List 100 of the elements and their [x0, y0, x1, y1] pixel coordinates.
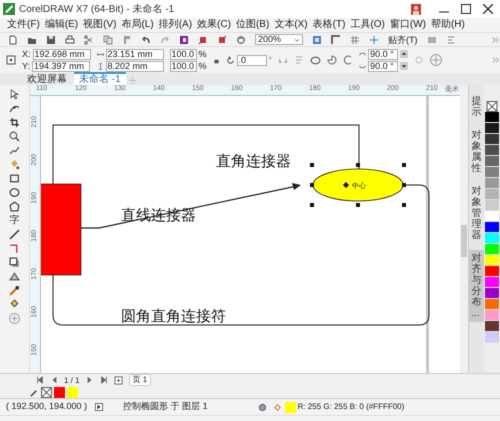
- expand-icon[interactable]: [95, 403, 104, 411]
- spinner-icon[interactable]: [400, 50, 408, 58]
- square-icon[interactable]: [179, 34, 189, 44]
- align-icon[interactable]: [446, 34, 456, 44]
- polygon-icon[interactable]: [9, 201, 20, 212]
- fullscreen-icon[interactable]: [312, 34, 322, 44]
- selection-handle[interactable]: [310, 183, 314, 187]
- selection-handle[interactable]: [402, 203, 406, 207]
- save-icon[interactable]: [46, 34, 56, 44]
- scissors-icon[interactable]: [84, 34, 94, 44]
- color-swatch[interactable]: [485, 277, 499, 288]
- selection-handle[interactable]: [310, 203, 314, 207]
- color-swatch[interactable]: [485, 112, 499, 123]
- color-swatch[interactable]: [485, 244, 499, 255]
- search-icon[interactable]: [9, 131, 20, 142]
- fill-icon[interactable]: [272, 402, 282, 412]
- color-swatch[interactable]: [485, 123, 499, 134]
- zoom-dropdown[interactable]: 200%: [255, 34, 303, 45]
- rectangle-icon[interactable]: [9, 173, 20, 184]
- color-swatch[interactable]: [485, 134, 499, 145]
- guidelines-icon[interactable]: [369, 34, 379, 44]
- color-swatch[interactable]: [54, 386, 65, 398]
- publish-icon[interactable]: [236, 34, 246, 44]
- ellipse-icon[interactable]: [9, 187, 20, 198]
- outline-icon[interactable]: [258, 402, 267, 412]
- color-swatch[interactable]: [485, 167, 499, 178]
- selection-handle[interactable]: [402, 163, 406, 167]
- undo-icon[interactable]: [141, 34, 151, 44]
- color-swatch[interactable]: [485, 266, 499, 277]
- menu-item[interactable]: 表格(T): [312, 19, 346, 31]
- selection-handle[interactable]: [310, 163, 314, 167]
- menu-item[interactable]: 文件(F): [6, 19, 41, 31]
- menu-item[interactable]: 窗口(W): [388, 19, 427, 31]
- no-color-swatch[interactable]: [41, 386, 52, 398]
- input-field[interactable]: 23.151 mm: [106, 48, 164, 60]
- selection-handle[interactable]: [402, 183, 406, 187]
- color-swatch[interactable]: [485, 310, 499, 321]
- text-tool[interactable]: 字: [10, 215, 20, 226]
- input-field[interactable]: 194.397 mm: [32, 60, 90, 72]
- color-swatch[interactable]: [485, 332, 499, 343]
- straight-connector[interactable]: [81, 183, 301, 229]
- object-origin-icon[interactable]: [6, 55, 16, 65]
- menu-item[interactable]: 效果(C): [196, 19, 232, 31]
- color-swatch[interactable]: [485, 145, 499, 156]
- start-angle-icon[interactable]: [359, 50, 366, 58]
- menu-item[interactable]: 编辑(E): [44, 19, 80, 31]
- color-swatch[interactable]: [485, 233, 499, 244]
- ellipse-icon[interactable]: [310, 54, 322, 66]
- color-swatch[interactable]: [485, 222, 499, 233]
- maximize-icon[interactable]: [461, 4, 471, 14]
- input-field[interactable]: .0: [236, 54, 267, 66]
- selection-handle[interactable]: [356, 203, 360, 207]
- color-swatch[interactable]: [485, 178, 499, 189]
- rulers-icon[interactable]: [331, 34, 341, 44]
- color-swatch[interactable]: [67, 386, 78, 398]
- arc-icon[interactable]: [343, 55, 354, 65]
- printer-icon[interactable]: [65, 34, 75, 44]
- line-icon[interactable]: [9, 229, 20, 240]
- color-swatch[interactable]: [485, 299, 499, 310]
- document-tab[interactable]: 未命名 -1: [74, 72, 126, 85]
- menu-item[interactable]: 排列(A): [158, 19, 194, 31]
- color-swatch[interactable]: [485, 255, 499, 266]
- input-field[interactable]: 90.0 °: [368, 48, 398, 60]
- caret-icon[interactable]: [294, 36, 300, 42]
- input-field[interactable]: 192.698 mm: [32, 48, 91, 60]
- input-field[interactable]: 100.0: [170, 60, 197, 72]
- last-page-icon[interactable]: [100, 376, 108, 384]
- snap-dropdown[interactable]: 贴齐(T): [388, 34, 418, 44]
- spinner-icon[interactable]: [400, 62, 408, 70]
- freehand-icon[interactable]: [9, 145, 20, 156]
- transparency-icon[interactable]: [9, 271, 20, 282]
- crop-icon[interactable]: [9, 117, 20, 128]
- menu-item[interactable]: 位图(B): [234, 19, 270, 31]
- color-swatch[interactable]: [485, 321, 499, 332]
- pie-icon[interactable]: [327, 55, 338, 65]
- selection-handle[interactable]: [356, 163, 360, 167]
- connector-icon[interactable]: [9, 243, 20, 254]
- color-swatch[interactable]: [485, 288, 499, 299]
- more-icon[interactable]: [492, 56, 500, 64]
- ellipse-shape[interactable]: [312, 168, 404, 202]
- no-color-swatch[interactable]: [485, 101, 499, 112]
- width-icon[interactable]: [96, 50, 104, 58]
- previous-page-icon[interactable]: [50, 376, 58, 384]
- color-swatch[interactable]: [485, 156, 499, 167]
- rotate-icon[interactable]: [226, 56, 235, 64]
- color-swatch[interactable]: [485, 189, 499, 200]
- input-field[interactable]: 8.202 mm: [106, 60, 164, 72]
- color-swatch[interactable]: [485, 211, 499, 222]
- user-icon[interactable]: [411, 4, 421, 14]
- menu-item[interactable]: 工具(O): [349, 19, 386, 31]
- grid-icon[interactable]: [350, 34, 360, 44]
- next-page-icon[interactable]: [86, 376, 94, 384]
- page-tab[interactable]: 页 1: [128, 374, 152, 386]
- menu-item[interactable]: 视图(V): [82, 19, 118, 31]
- height-icon[interactable]: [96, 62, 104, 70]
- export-icon[interactable]: [217, 34, 227, 44]
- docker-tab[interactable]: 对象管理器: [469, 183, 484, 244]
- fill-icon[interactable]: [9, 299, 20, 310]
- color-swatch[interactable]: [485, 200, 499, 211]
- add-page-icon[interactable]: [114, 376, 123, 384]
